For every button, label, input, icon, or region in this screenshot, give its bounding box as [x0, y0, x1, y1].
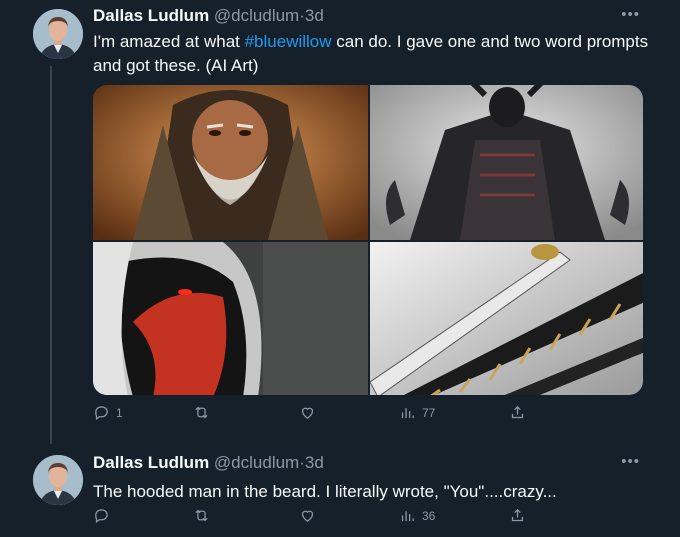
like-button[interactable]	[299, 404, 316, 421]
view-count: 77	[422, 405, 436, 420]
hashtag-link[interactable]: #bluewillow	[245, 32, 332, 51]
views-icon	[401, 511, 414, 522]
avatar-image	[33, 9, 83, 59]
timestamp[interactable]: 3d	[305, 6, 324, 25]
image-bearded-hooded-man[interactable]	[93, 85, 368, 240]
retweet-button[interactable]	[193, 404, 210, 421]
retweet-icon	[195, 406, 208, 419]
reply-count: 1	[116, 405, 123, 420]
tweet-1[interactable]: Dallas Ludlum @dcludlum·3d ••• I'm amaze…	[0, 0, 680, 444]
share-button[interactable]	[509, 404, 526, 421]
like-icon	[301, 407, 314, 419]
image-katana-sword[interactable]	[370, 242, 643, 395]
views-button[interactable]: 77	[399, 404, 435, 421]
display-name[interactable]: Dallas Ludlum	[93, 453, 209, 472]
tweet-actions: 36	[93, 507, 533, 527]
more-icon[interactable]: •••	[621, 454, 640, 469]
user-handle[interactable]: @dcludlum	[214, 6, 299, 25]
share-icon	[511, 508, 524, 522]
views-icon	[401, 408, 414, 419]
view-count: 36	[422, 508, 436, 523]
share-button[interactable]	[509, 507, 526, 524]
reply-icon	[95, 509, 108, 524]
views-button[interactable]: 36	[399, 507, 435, 524]
tweet-text-part: I'm amazed at what	[93, 32, 245, 51]
tweet-text: The hooded man in the beard. I literally…	[93, 482, 557, 501]
reply-icon	[95, 406, 108, 421]
retweet-icon	[195, 509, 208, 522]
tweet-text: I'm amazed at what #bluewillow can do. I…	[93, 30, 653, 78]
tweet-actions: 1 77	[93, 404, 533, 424]
retweet-button[interactable]	[193, 507, 210, 524]
display-name[interactable]: Dallas Ludlum	[93, 6, 209, 25]
like-icon	[301, 510, 314, 522]
avatar[interactable]	[33, 455, 83, 505]
image-red-masked-hooded-figure[interactable]	[93, 242, 368, 395]
share-icon	[511, 405, 524, 419]
avatar-image	[33, 455, 83, 505]
media-grid	[93, 85, 643, 395]
avatar[interactable]	[33, 9, 83, 59]
timestamp[interactable]: 3d	[305, 453, 324, 472]
reply-button[interactable]: 1	[93, 404, 123, 421]
reply-button[interactable]	[93, 507, 110, 524]
tweet-header: Dallas Ludlum @dcludlum·3d	[93, 6, 324, 26]
tweet-header: Dallas Ludlum @dcludlum·3d	[93, 453, 324, 473]
like-button[interactable]	[299, 507, 316, 524]
tweet-2[interactable]: Dallas Ludlum @dcludlum·3d ••• The hoode…	[0, 440, 680, 537]
image-dark-armored-warrior[interactable]	[370, 85, 643, 240]
thread-line	[50, 66, 52, 444]
user-handle[interactable]: @dcludlum	[214, 453, 299, 472]
more-icon[interactable]: •••	[621, 7, 640, 22]
